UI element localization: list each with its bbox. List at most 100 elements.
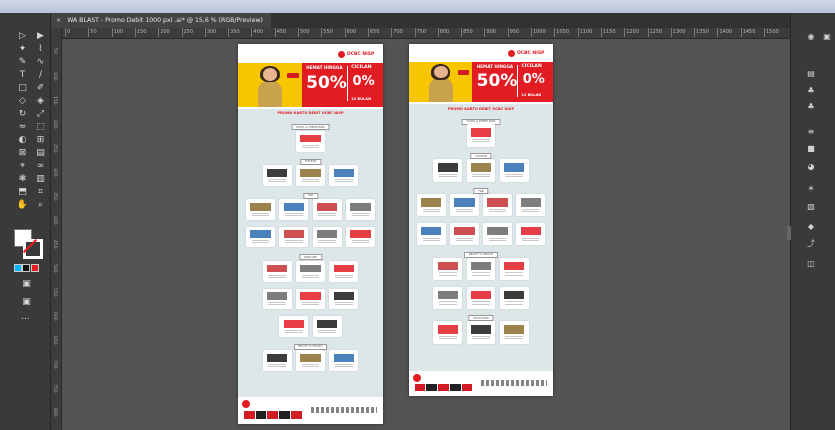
- merchant-terms-line: [439, 274, 457, 276]
- merchant-terms-line: [351, 240, 370, 242]
- symbol-sprayer-tool-icon[interactable]: ❃: [16, 173, 29, 186]
- merchant-terms-line: [488, 237, 507, 239]
- transparency-icon[interactable]: ◕: [805, 161, 817, 173]
- stroke-icon[interactable]: ≡: [805, 126, 817, 138]
- vertical-ruler[interactable]: 50 100 150 200 250 300 350 400 450 500 550 600 650 70…: [51, 28, 62, 430]
- banner-discount-label: HEMAT HINGGA: [306, 65, 343, 71]
- paintbrush-tool-icon[interactable]: ✐: [34, 82, 47, 95]
- direct-selection-tool-icon[interactable]: ▶: [34, 30, 47, 43]
- slice-tool-icon[interactable]: ⌗: [34, 186, 47, 199]
- eraser-tool-icon[interactable]: ◈: [34, 95, 47, 108]
- banner-installment-sub: 12 BULAN: [521, 92, 542, 97]
- curvature-tool-icon[interactable]: ∿: [34, 56, 47, 69]
- appearance-icon[interactable]: ☀: [805, 183, 817, 195]
- merchant-logo: [454, 226, 475, 236]
- merchant-terms-line: [318, 214, 336, 216]
- merchant-terms-line: [522, 211, 540, 213]
- banner-installment-label: CICILAN: [521, 63, 542, 69]
- type-tool-icon[interactable]: T: [16, 69, 29, 82]
- merchant-tile: [466, 321, 496, 344]
- merchant-terms-line: [335, 276, 353, 278]
- pen-tool-icon[interactable]: ✎: [16, 56, 29, 69]
- merchant-tile: [296, 164, 325, 186]
- none-mode-icon[interactable]: [31, 264, 39, 272]
- merchant-terms-line: [522, 208, 540, 210]
- ruler-tick-label: 250: [52, 144, 57, 153]
- close-tab-icon[interactable]: ×: [56, 17, 61, 24]
- gradient-tool-icon[interactable]: ▤: [34, 147, 47, 160]
- artboard-2[interactable]: OCBC NISP HEMAT HINGGA 50% CICILAN 0% 12 BULA…: [409, 44, 553, 396]
- color-mode-icon[interactable]: [14, 264, 22, 272]
- merchant-logo: [317, 202, 338, 211]
- export-icon[interactable]: ⤴: [805, 238, 817, 250]
- horizontal-ruler[interactable]: 0 50 100 150 200 250 300 350 400 450 500 550 600 650 7…: [61, 28, 790, 39]
- merchant-logo: [470, 128, 492, 137]
- ruler-tick-label: 350: [52, 192, 57, 201]
- clubs-icon[interactable]: ♣: [805, 101, 817, 113]
- lasso-tool-icon[interactable]: ⌇: [34, 43, 47, 56]
- banner-installment-value: 0%: [522, 71, 545, 87]
- merchant-logo: [333, 292, 354, 301]
- screen-mode-icon[interactable]: ▣: [20, 296, 33, 309]
- document-tab[interactable]: × WA BLAST - Promo Debit 1000 pxl .ai* @ …: [50, 13, 271, 28]
- magic-wand-tool-icon[interactable]: ✦: [16, 43, 29, 56]
- merchant-terms-line: [472, 141, 490, 143]
- merchant-terms-line: [251, 214, 270, 216]
- ruler-tick-label: 1300: [670, 28, 686, 37]
- ruler-tick-label: 1250: [647, 28, 663, 37]
- merchant-logo: [470, 290, 492, 300]
- selection-tool-icon[interactable]: ▷: [16, 30, 29, 43]
- libraries-icon[interactable]: ▣: [821, 31, 833, 43]
- rectangle-tool-icon[interactable]: □: [16, 82, 29, 95]
- merchant-terms-line: [439, 272, 457, 274]
- merchant-tile: [262, 350, 292, 372]
- perspective-grid-tool-icon[interactable]: ⊞: [34, 134, 47, 147]
- ruler-tick-label: 850: [461, 28, 473, 37]
- merchant-terms-line: [301, 276, 320, 278]
- panel-collapse-handle[interactable]: [787, 226, 791, 240]
- graphic-styles-icon[interactable]: ▧: [805, 201, 817, 213]
- pathfinder-icon[interactable]: ◫: [805, 258, 817, 270]
- rotate-tool-icon[interactable]: ↻: [16, 108, 29, 121]
- layers-icon[interactable]: ◉: [805, 31, 817, 43]
- merchant-logo: [333, 354, 354, 362]
- category-label: HOTEL & THEME PARK: [291, 124, 330, 131]
- free-transform-tool-icon[interactable]: ⬚: [34, 121, 47, 134]
- properties-icon[interactable]: ▤: [805, 68, 817, 80]
- ruler-tick-label: 1100: [577, 28, 593, 37]
- merchant-logo: [487, 198, 508, 207]
- merchant-logo: [266, 168, 288, 177]
- width-tool-icon[interactable]: ≈: [16, 121, 29, 134]
- hand-tool-icon[interactable]: ✋: [16, 199, 29, 212]
- blend-tool-icon[interactable]: ∞: [34, 160, 47, 173]
- gradient-icon[interactable]: ■: [805, 143, 817, 155]
- merchant-logo: [283, 230, 304, 239]
- merchant-terms-line: [335, 180, 353, 182]
- eyedropper-tool-icon[interactable]: ⌖: [16, 160, 29, 173]
- symbols-icon[interactable]: ♣: [805, 85, 817, 97]
- merchant-logo: [300, 264, 321, 273]
- mesh-tool-icon[interactable]: ⊠: [16, 147, 29, 160]
- banner-divider: [346, 66, 348, 102]
- shaper-tool-icon[interactable]: ◇: [16, 95, 29, 108]
- column-graph-tool-icon[interactable]: ▥: [34, 173, 47, 186]
- merchant-terms-line: [268, 304, 286, 306]
- swatches-icon[interactable]: ◆: [805, 221, 817, 233]
- zoom-tool-icon[interactable]: ⌕: [34, 199, 47, 212]
- merchant-terms-line: [522, 237, 540, 239]
- promo-banner: HEMAT HINGGA 50% CICILAN 0% 12 BULAN: [409, 61, 553, 103]
- merchant-terms-line: [301, 302, 320, 304]
- artboard-1[interactable]: OCBC NISP HEMAT HINGGA 50% CICILAN 0% 12 BULA…: [238, 44, 383, 424]
- edit-toolbar-icon[interactable]: ...: [19, 311, 32, 324]
- draw-mode-icon[interactable]: ▣: [20, 278, 33, 291]
- merchant-logo: [317, 319, 338, 328]
- merchant-terms-line: [455, 239, 474, 241]
- merchant-terms-line: [455, 208, 474, 210]
- ruler-tick-label: 500: [52, 264, 57, 273]
- shape-builder-tool-icon[interactable]: ◐: [16, 134, 29, 147]
- line-tool-icon[interactable]: /: [34, 69, 47, 82]
- scale-tool-icon[interactable]: ⤢: [34, 108, 47, 121]
- merchant-tile: [329, 164, 359, 186]
- gradient-mode-icon[interactable]: [22, 264, 30, 272]
- artboard-tool-icon[interactable]: ⬒: [16, 186, 29, 199]
